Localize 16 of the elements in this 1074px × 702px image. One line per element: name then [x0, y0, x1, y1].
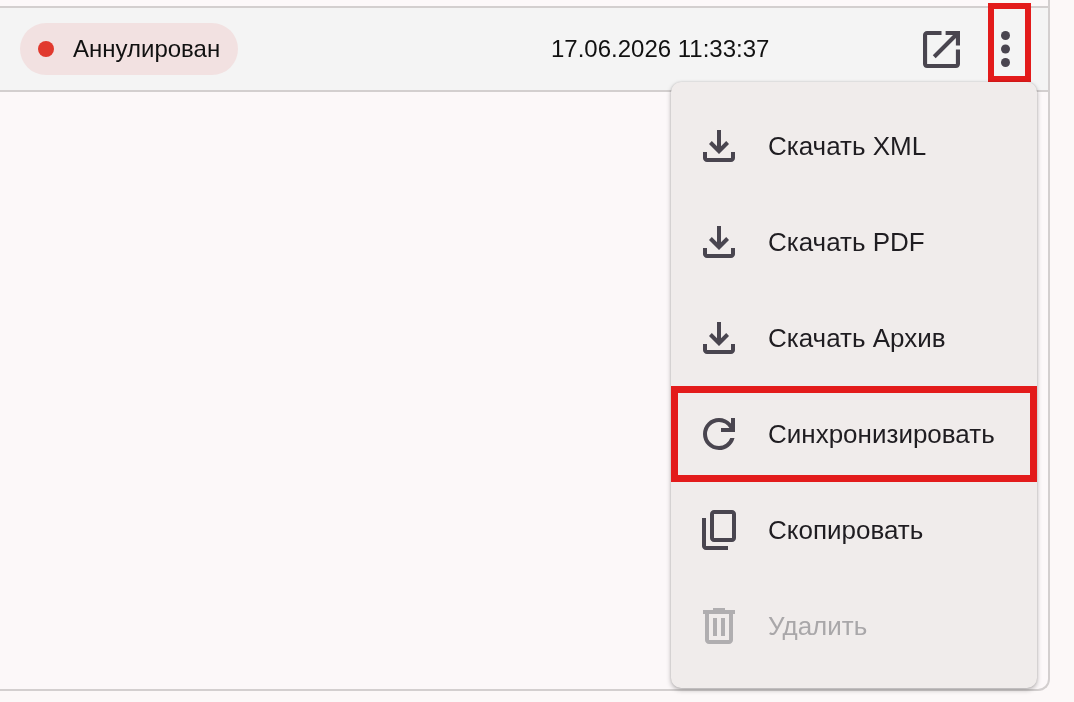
copy-icon	[702, 510, 736, 550]
menu-item[interactable]: Синхронизировать	[671, 386, 1037, 482]
download-icon	[703, 322, 735, 354]
menu-item[interactable]: Скачать XML	[671, 98, 1037, 194]
table-cell: 17.06.2026 11:33:37	[551, 35, 770, 63]
open-in-new-icon	[923, 30, 960, 68]
menu-item[interactable]: Скачать PDF	[671, 194, 1037, 290]
more-icon	[1001, 31, 1010, 67]
menu-item[interactable]: Скопировать	[671, 482, 1037, 578]
status-label: Аннулирован	[73, 35, 221, 63]
download-icon	[703, 130, 735, 162]
menu-item[interactable]: Скачать Архив	[671, 290, 1037, 386]
refresh-icon	[703, 418, 735, 450]
download-icon	[703, 226, 735, 258]
more-button[interactable]	[988, 3, 1031, 82]
delete-icon	[703, 608, 735, 644]
